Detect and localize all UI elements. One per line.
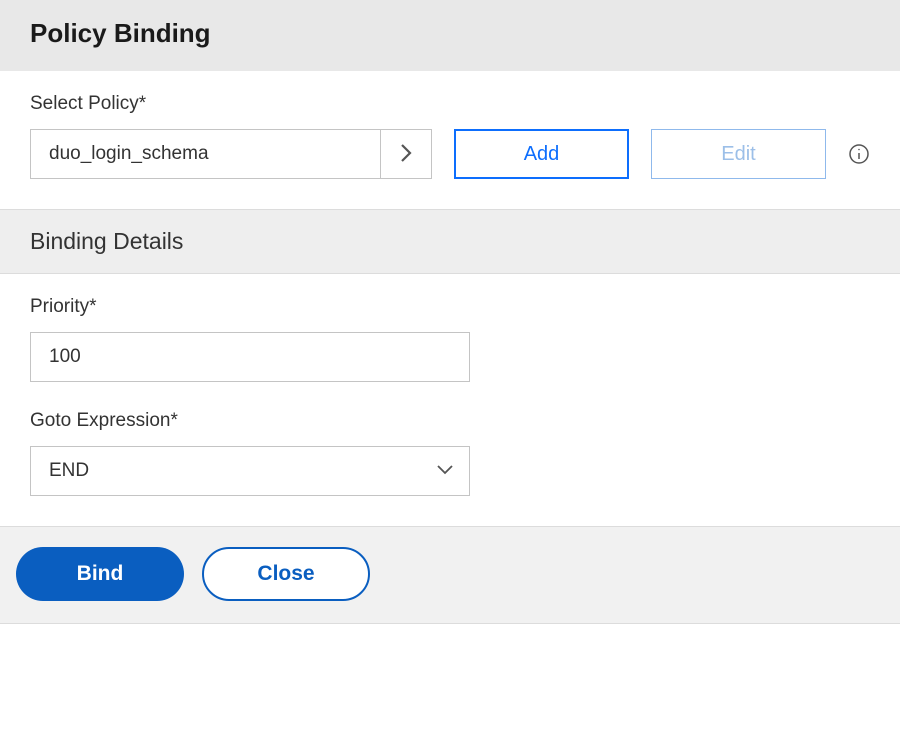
- goto-field: Goto Expression* END: [30, 410, 870, 496]
- edit-button[interactable]: Edit: [651, 129, 826, 179]
- chevron-right-icon: [399, 142, 413, 167]
- close-button[interactable]: Close: [202, 547, 370, 601]
- select-policy-row: duo_login_schema Add Edit: [30, 129, 870, 179]
- bind-button[interactable]: Bind: [16, 547, 184, 601]
- add-button-label: Add: [524, 143, 560, 166]
- goto-value: END: [49, 460, 89, 482]
- divider: [0, 623, 900, 624]
- priority-field: Priority* 100: [30, 296, 870, 382]
- select-policy-section: Select Policy* duo_login_schema Add Edit: [0, 71, 900, 209]
- select-policy-label: Select Policy*: [30, 93, 870, 115]
- policy-value: duo_login_schema: [30, 129, 380, 179]
- binding-details-title: Binding Details: [30, 228, 870, 255]
- edit-button-label: Edit: [721, 143, 755, 166]
- priority-label: Priority*: [30, 296, 870, 318]
- policy-picker: duo_login_schema: [30, 129, 432, 179]
- binding-details-header: Binding Details: [0, 209, 900, 274]
- page-header: Policy Binding: [0, 0, 900, 71]
- goto-label: Goto Expression*: [30, 410, 870, 432]
- priority-value: 100: [49, 346, 81, 368]
- goto-select[interactable]: END: [30, 446, 470, 496]
- policy-picker-open-button[interactable]: [380, 129, 432, 179]
- binding-details-section: Priority* 100 Goto Expression* END: [0, 274, 900, 526]
- close-button-label: Close: [257, 562, 314, 586]
- bind-button-label: Bind: [77, 562, 124, 586]
- chevron-down-icon: [435, 460, 455, 482]
- info-icon[interactable]: [848, 142, 870, 166]
- footer-actions: Bind Close: [0, 526, 900, 623]
- page-title: Policy Binding: [30, 18, 870, 49]
- priority-input[interactable]: 100: [30, 332, 470, 382]
- add-button[interactable]: Add: [454, 129, 629, 179]
